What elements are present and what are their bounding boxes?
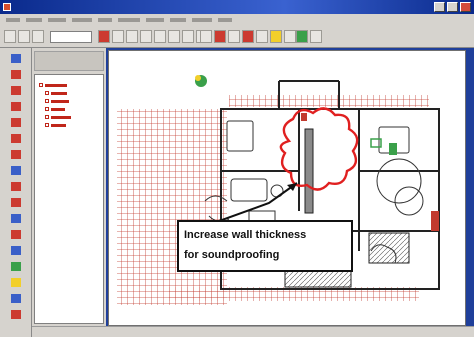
dimension-icon[interactable] bbox=[11, 198, 21, 207]
circle-icon[interactable] bbox=[11, 118, 21, 127]
arc-icon[interactable] bbox=[11, 102, 21, 111]
open-folder-icon[interactable] bbox=[18, 30, 30, 43]
floor-plan-drawing bbox=[117, 75, 440, 305]
note-line-2: for soundproofing bbox=[184, 249, 280, 261]
markup-tree bbox=[34, 74, 104, 324]
markup-note[interactable]: Increase wall thickness for soundproofin… bbox=[177, 220, 353, 272]
select-tool-icon[interactable] bbox=[11, 54, 21, 63]
revision-cloud[interactable] bbox=[279, 107, 359, 191]
toolbar-group-extra bbox=[296, 30, 322, 43]
title-bar bbox=[0, 0, 474, 14]
tree-item[interactable] bbox=[45, 91, 67, 95]
menu-bar bbox=[0, 14, 474, 26]
pan-icon[interactable] bbox=[140, 30, 152, 43]
line-tool-icon[interactable] bbox=[256, 30, 268, 43]
highlighter-icon[interactable] bbox=[270, 30, 282, 43]
close-button[interactable] bbox=[460, 2, 471, 12]
menu-item[interactable] bbox=[72, 18, 92, 22]
tree-item[interactable] bbox=[45, 99, 69, 103]
drawing-canvas[interactable] bbox=[108, 50, 466, 326]
menu-item[interactable] bbox=[170, 18, 186, 22]
tree-node-icon bbox=[45, 99, 49, 103]
menu-item[interactable] bbox=[192, 18, 212, 22]
layer-icon[interactable] bbox=[11, 310, 21, 319]
markup-browser-panel bbox=[32, 48, 106, 326]
toolbar-group-file bbox=[4, 30, 44, 43]
menu-item[interactable] bbox=[6, 18, 20, 22]
polyline-icon[interactable] bbox=[11, 86, 21, 95]
app-icon bbox=[3, 3, 11, 11]
text-tool-icon[interactable] bbox=[228, 30, 240, 43]
zoom-extents-icon[interactable] bbox=[182, 30, 194, 43]
maximize-button[interactable] bbox=[447, 2, 458, 12]
arrow-tool-icon[interactable] bbox=[284, 30, 296, 43]
arrow-icon[interactable] bbox=[11, 182, 21, 191]
tree-node-icon bbox=[45, 123, 49, 127]
settings-icon[interactable] bbox=[310, 30, 322, 43]
cloud-icon[interactable] bbox=[11, 150, 21, 159]
tree-node-icon bbox=[45, 107, 49, 111]
highlight-icon[interactable] bbox=[11, 278, 21, 287]
print-icon[interactable] bbox=[200, 30, 212, 43]
north-marker-icon bbox=[195, 75, 207, 87]
menu-item[interactable] bbox=[146, 18, 164, 22]
toolbar-group-view bbox=[118, 30, 208, 43]
minimize-button[interactable] bbox=[434, 2, 445, 12]
tool-palette bbox=[0, 48, 32, 337]
tree-node-icon bbox=[45, 115, 49, 119]
text-icon[interactable] bbox=[11, 166, 21, 175]
callout-icon[interactable] bbox=[11, 246, 21, 255]
toolbar-group-markup bbox=[200, 30, 296, 43]
stamp-icon[interactable] bbox=[11, 230, 21, 239]
window-controls bbox=[434, 2, 471, 12]
menu-item[interactable] bbox=[26, 18, 42, 22]
hatch-icon[interactable] bbox=[11, 214, 21, 223]
tree-item[interactable] bbox=[45, 115, 71, 119]
revision-cloud-tool-icon[interactable] bbox=[214, 30, 226, 43]
target-wall bbox=[304, 128, 314, 214]
upper-terrace bbox=[229, 95, 429, 107]
line-icon[interactable] bbox=[11, 70, 21, 79]
markup-red-icon[interactable] bbox=[98, 30, 110, 43]
new-file-icon[interactable] bbox=[4, 30, 16, 43]
layer-dropdown[interactable] bbox=[50, 31, 92, 43]
note-line-1: Increase wall thickness bbox=[184, 229, 307, 241]
tree-node-icon bbox=[39, 83, 43, 87]
menu-item[interactable] bbox=[118, 18, 140, 22]
window-marker bbox=[301, 113, 307, 121]
erase-icon[interactable] bbox=[11, 294, 21, 303]
browser-tabs[interactable] bbox=[34, 51, 104, 71]
pen-tool-icon[interactable] bbox=[242, 30, 254, 43]
menu-item[interactable] bbox=[218, 18, 232, 22]
door-marker bbox=[431, 211, 439, 231]
zoom-icon[interactable] bbox=[154, 30, 166, 43]
tree-item[interactable] bbox=[45, 107, 65, 111]
zoom-window-icon[interactable] bbox=[168, 30, 180, 43]
approve-icon[interactable] bbox=[296, 30, 308, 43]
status-bar bbox=[32, 326, 474, 337]
rectangle-icon[interactable] bbox=[11, 134, 21, 143]
menu-item[interactable] bbox=[48, 18, 66, 22]
toolbar bbox=[0, 26, 474, 48]
terrace-area bbox=[117, 109, 227, 305]
menu-item[interactable] bbox=[98, 18, 112, 22]
tree-item[interactable] bbox=[39, 83, 67, 87]
check-icon[interactable] bbox=[11, 262, 21, 271]
tree-node-icon bbox=[45, 91, 49, 95]
tree-item[interactable] bbox=[45, 123, 66, 127]
save-icon[interactable] bbox=[32, 30, 44, 43]
